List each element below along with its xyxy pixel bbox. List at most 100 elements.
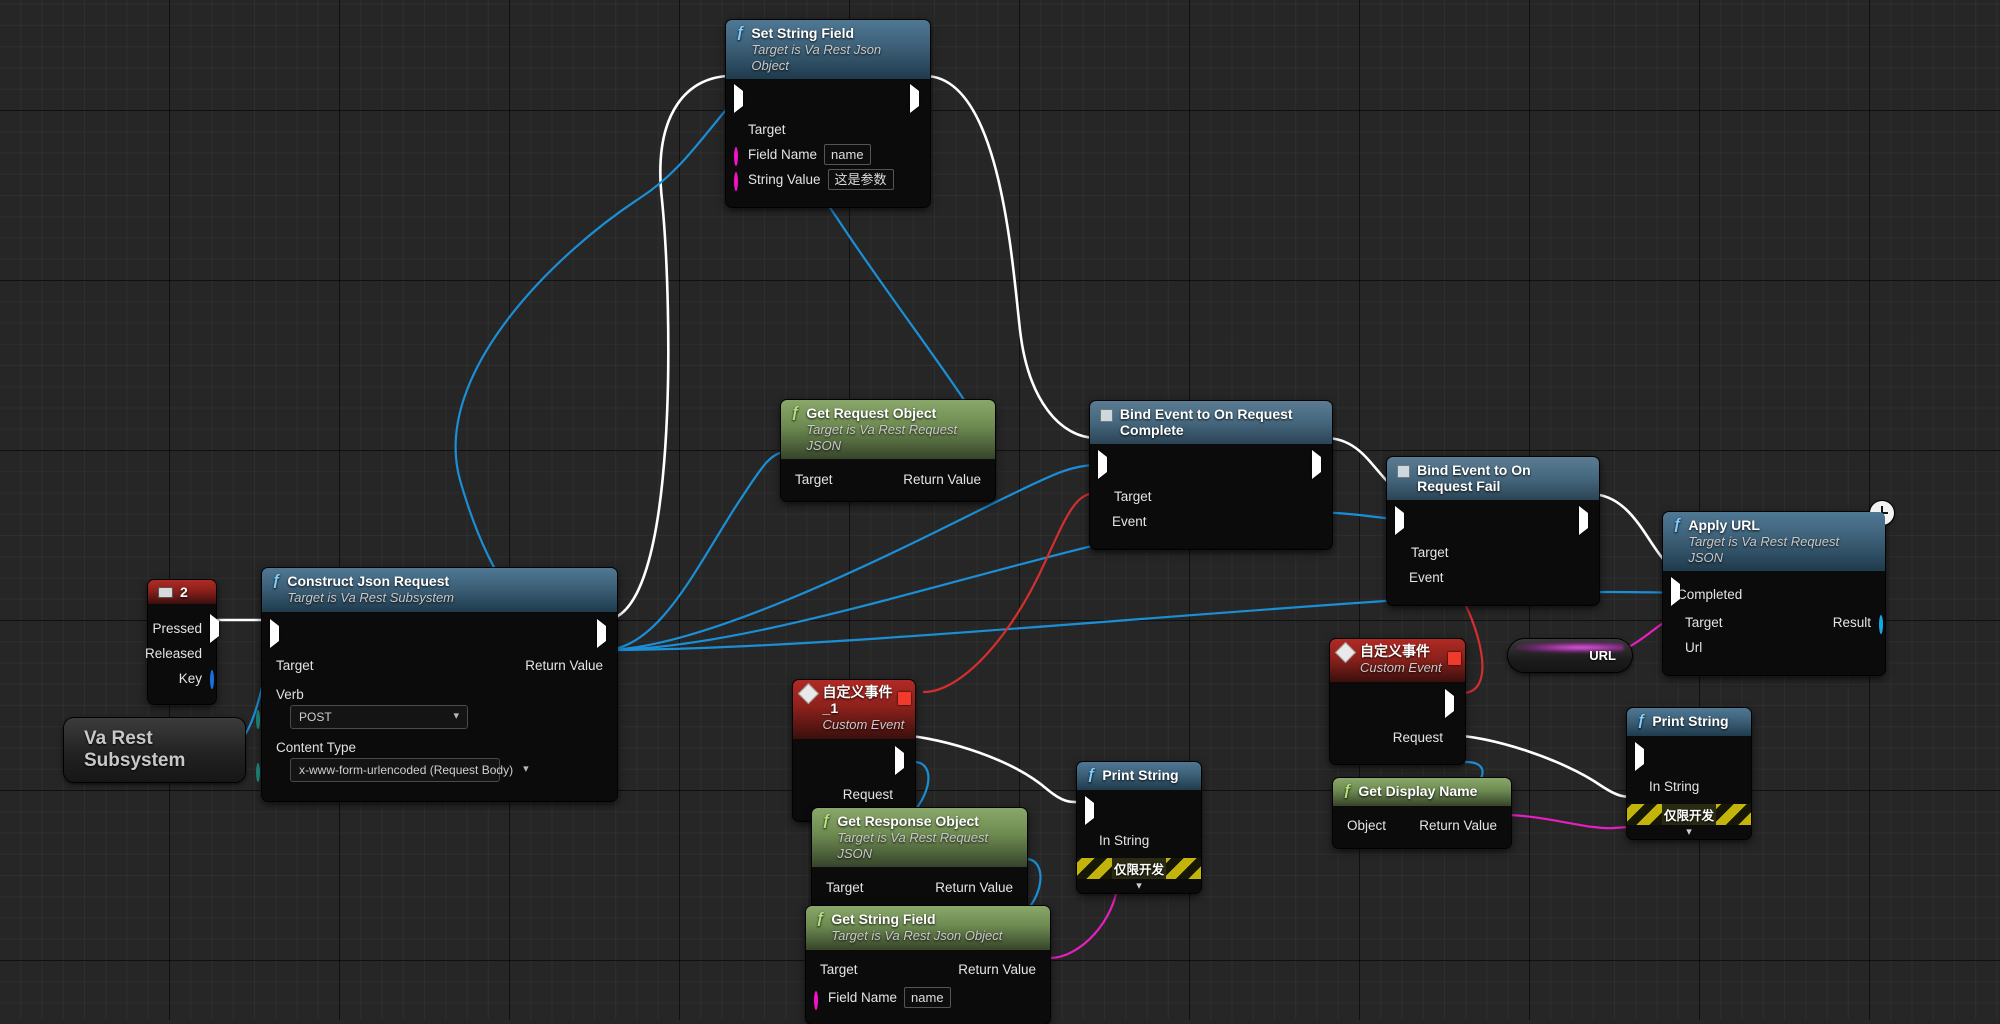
node-custom-event-2[interactable]: 自定义事件 Custom Event Request [1330,639,1465,764]
object-pin-return-value[interactable] [989,473,1001,485]
exec-pin-out[interactable] [597,618,609,648]
pin-row-exec[interactable] [726,84,930,114]
node-url-variable-getter[interactable]: URL [1508,639,1632,672]
field-row-verb[interactable]: POST ▾ [256,704,617,729]
pin-row-released[interactable]: Released [145,642,216,664]
object-pin-target[interactable] [1395,546,1407,558]
string-pin-return-value[interactable] [1044,964,1056,976]
pin-row-in-string[interactable]: In String [1627,776,1751,798]
node-get-string-field[interactable]: ƒ Get String Field Target is Va Rest Jso… [806,906,1050,1024]
exec-pin-out[interactable] [910,84,922,114]
content-type-dropdown[interactable]: x-www-form-urlencoded (Request Body) ▾ [290,757,529,782]
object-pin-return-value[interactable] [1021,881,1033,893]
exec-pin-in[interactable] [1395,506,1407,536]
blueprint-graph-canvas[interactable]: 2 Pressed Released Key Va Rest Subsystem… [0,0,2000,1024]
delegate-output-pin[interactable] [898,692,911,705]
pin-row-event[interactable]: Event [1387,566,1599,588]
pin-row-target[interactable]: Target [1090,485,1332,507]
node-bind-event-on-request-complete[interactable]: Bind Event to On Request Complete Target… [1090,401,1332,550]
exec-pin-in[interactable] [270,618,282,648]
exec-pin-completed[interactable] [1865,584,1877,596]
pin-row-key[interactable]: Key [148,667,216,690]
string-pin-url[interactable] [1671,641,1683,653]
pin-row-exec[interactable] [1077,795,1201,825]
pin-row-target-return[interactable]: Target Return Value [812,876,1027,898]
string-value-input[interactable]: 这是参数 [827,168,894,191]
object-pin-target[interactable] [1657,616,1669,628]
exec-pin-in[interactable] [1671,577,1683,607]
exec-pin-out[interactable] [1579,506,1591,536]
delegate-pin-event[interactable] [1097,515,1109,527]
node-custom-event-1[interactable]: 自定义事件_1 Custom Event Request [793,680,915,821]
string-pin-field-name[interactable] [734,147,746,167]
exec-pin-pressed[interactable] [210,614,222,644]
pin-row-exec[interactable] [1090,450,1332,480]
object-pin-object[interactable] [1327,820,1339,832]
node-va-rest-subsystem[interactable]: Va Rest Subsystem [64,718,245,782]
node-print-string-2[interactable]: ƒ Print String In String 仅限开发 ▾ [1627,708,1751,839]
pin-row-exec[interactable] [1627,741,1751,771]
object-pin-target[interactable] [775,473,787,485]
enum-pin-verb[interactable] [256,709,268,729]
node-construct-json-request[interactable]: ƒ Construct Json Request Target is Va Re… [256,568,617,801]
string-pin-url-out[interactable] [1626,650,1638,662]
node-get-response-object[interactable]: ƒ Get Response Object Target is Va Rest … [812,808,1027,910]
string-pin-in-string[interactable] [1085,835,1097,847]
pin-row-event[interactable]: Event [1090,510,1332,532]
exec-pin-in[interactable] [1098,450,1110,480]
object-pin-request[interactable] [1445,732,1457,744]
pin-row-target-return[interactable]: Target Return Value [262,655,617,677]
verb-dropdown[interactable]: POST ▾ [290,704,468,729]
object-pin-return-value[interactable] [611,660,623,672]
object-pin-target[interactable] [806,881,818,893]
string-pin-return-value[interactable] [1505,820,1517,832]
pin-row-exec-out[interactable] [1330,688,1465,718]
exec-pin-in[interactable] [734,84,746,114]
field-row-content-type[interactable]: x-www-form-urlencoded (Request Body) ▾ [256,757,617,782]
exec-pin-released[interactable] [210,646,222,658]
node-get-display-name[interactable]: ƒ Get Display Name Object Return Value [1333,778,1511,848]
string-pin-string-value[interactable] [734,172,746,192]
pin-row-exec[interactable] [262,618,617,648]
pin-row-target-return[interactable]: Target Return Value [781,468,995,490]
pin-row-field-name[interactable]: Field Name name [726,143,930,167]
delegate-output-pin[interactable] [1448,652,1461,665]
pin-row-in-string[interactable]: In String [1077,830,1201,852]
field-name-input[interactable]: name [904,986,951,1009]
expand-node-chevron-icon[interactable]: ▾ [1077,879,1201,893]
pin-row-exec-completed[interactable]: Completed [1663,577,1885,607]
node-bind-event-on-request-fail[interactable]: Bind Event to On Request Fail Target Eve… [1387,457,1599,606]
object-pin-target[interactable] [1098,490,1110,502]
node-set-string-field[interactable]: ƒ Set String Field Target is Va Rest Jso… [726,20,930,208]
pin-row-target-result[interactable]: Target Result [1663,611,1885,635]
pin-row-request[interactable]: Request [1330,727,1465,749]
node-print-string-1[interactable]: ƒ Print String In String 仅限开发 ▾ [1077,762,1201,893]
node-apply-url[interactable]: ƒ Apply URL Target is Va Rest Request JS… [1663,501,1894,676]
pin-row-url[interactable]: Url [1663,636,1885,658]
enum-pin-content-type[interactable] [256,762,268,782]
object-pin-request[interactable] [895,789,907,801]
object-pin-subsystem-out[interactable] [239,752,251,764]
pin-row-exec-out[interactable] [793,745,915,775]
pin-row-target[interactable]: Target [1387,541,1599,563]
exec-pin-out[interactable] [1731,749,1743,761]
pin-row-request[interactable]: Request [793,784,915,806]
pin-row-target[interactable]: Target [726,118,930,140]
exec-pin-out[interactable] [895,745,907,775]
string-pin-field-name[interactable] [814,990,826,1010]
object-pin-target[interactable] [800,964,812,976]
pin-row-exec[interactable] [1387,506,1599,536]
string-pin-in-string[interactable] [1635,781,1647,793]
struct-pin-result[interactable] [1879,615,1891,635]
node-input-key-2[interactable]: 2 Pressed Released Key [145,580,219,705]
pin-row-pressed[interactable]: Pressed [148,614,219,644]
exec-pin-in[interactable] [1635,741,1647,771]
exec-pin-out[interactable] [1445,688,1457,718]
pin-row-target-return[interactable]: Target Return Value [806,959,1050,981]
delegate-pin-event[interactable] [1394,571,1406,583]
field-name-input[interactable]: name [824,143,871,166]
expand-node-chevron-icon[interactable]: ▾ [1627,825,1751,839]
object-pin-target[interactable] [256,660,268,672]
exec-pin-out[interactable] [1312,450,1324,480]
node-get-request-object[interactable]: ƒ Get Request Object Target is Va Rest R… [781,400,995,502]
